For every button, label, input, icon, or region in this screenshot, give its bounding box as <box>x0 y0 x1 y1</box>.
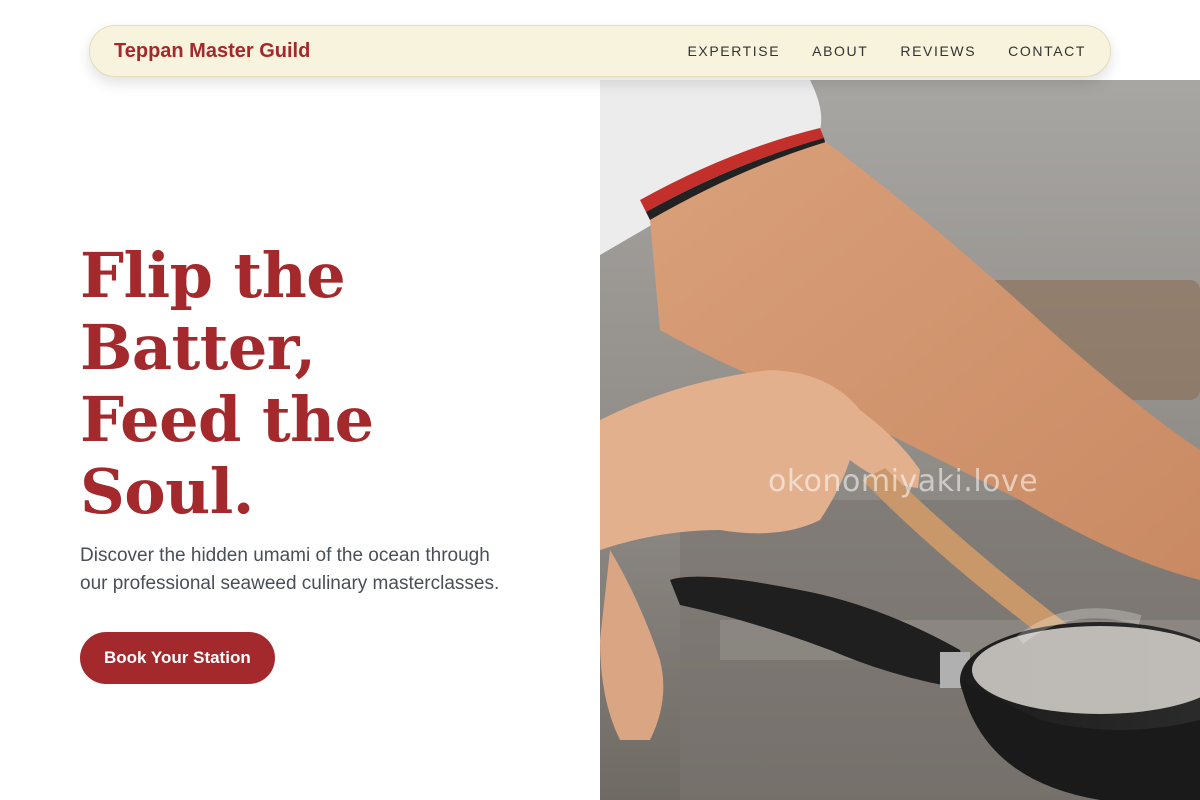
headline-line: Soul. <box>80 455 254 528</box>
cooking-photo-illustration <box>600 80 1200 800</box>
nav-link-contact[interactable]: CONTACT <box>1008 43 1086 59</box>
top-navbar: Teppan Master Guild EXPERTISE ABOUT REVI… <box>89 25 1111 77</box>
headline-line: Batter, <box>80 311 316 384</box>
headline-line: Feed the <box>80 383 374 456</box>
book-station-button[interactable]: Book Your Station <box>80 632 275 684</box>
headline-line: Flip the <box>80 239 346 312</box>
nav-link-about[interactable]: ABOUT <box>812 43 868 59</box>
hero-cooking-photo: okonomiyaki.love <box>600 80 1200 800</box>
nav-links: EXPERTISE ABOUT REVIEWS CONTACT <box>687 43 1086 59</box>
hero-headline: Flip the Batter, Feed the Soul. <box>80 240 540 528</box>
brand-logo-text[interactable]: Teppan Master Guild <box>114 40 310 63</box>
nav-link-reviews[interactable]: REVIEWS <box>900 43 976 59</box>
hero-subtitle: Discover the hidden umami of the ocean t… <box>80 545 500 594</box>
photo-watermark: okonomiyaki.love <box>768 464 1039 499</box>
hero-section: Flip the Batter, Feed the Soul. Discover… <box>80 240 540 684</box>
nav-link-expertise[interactable]: EXPERTISE <box>687 43 780 59</box>
